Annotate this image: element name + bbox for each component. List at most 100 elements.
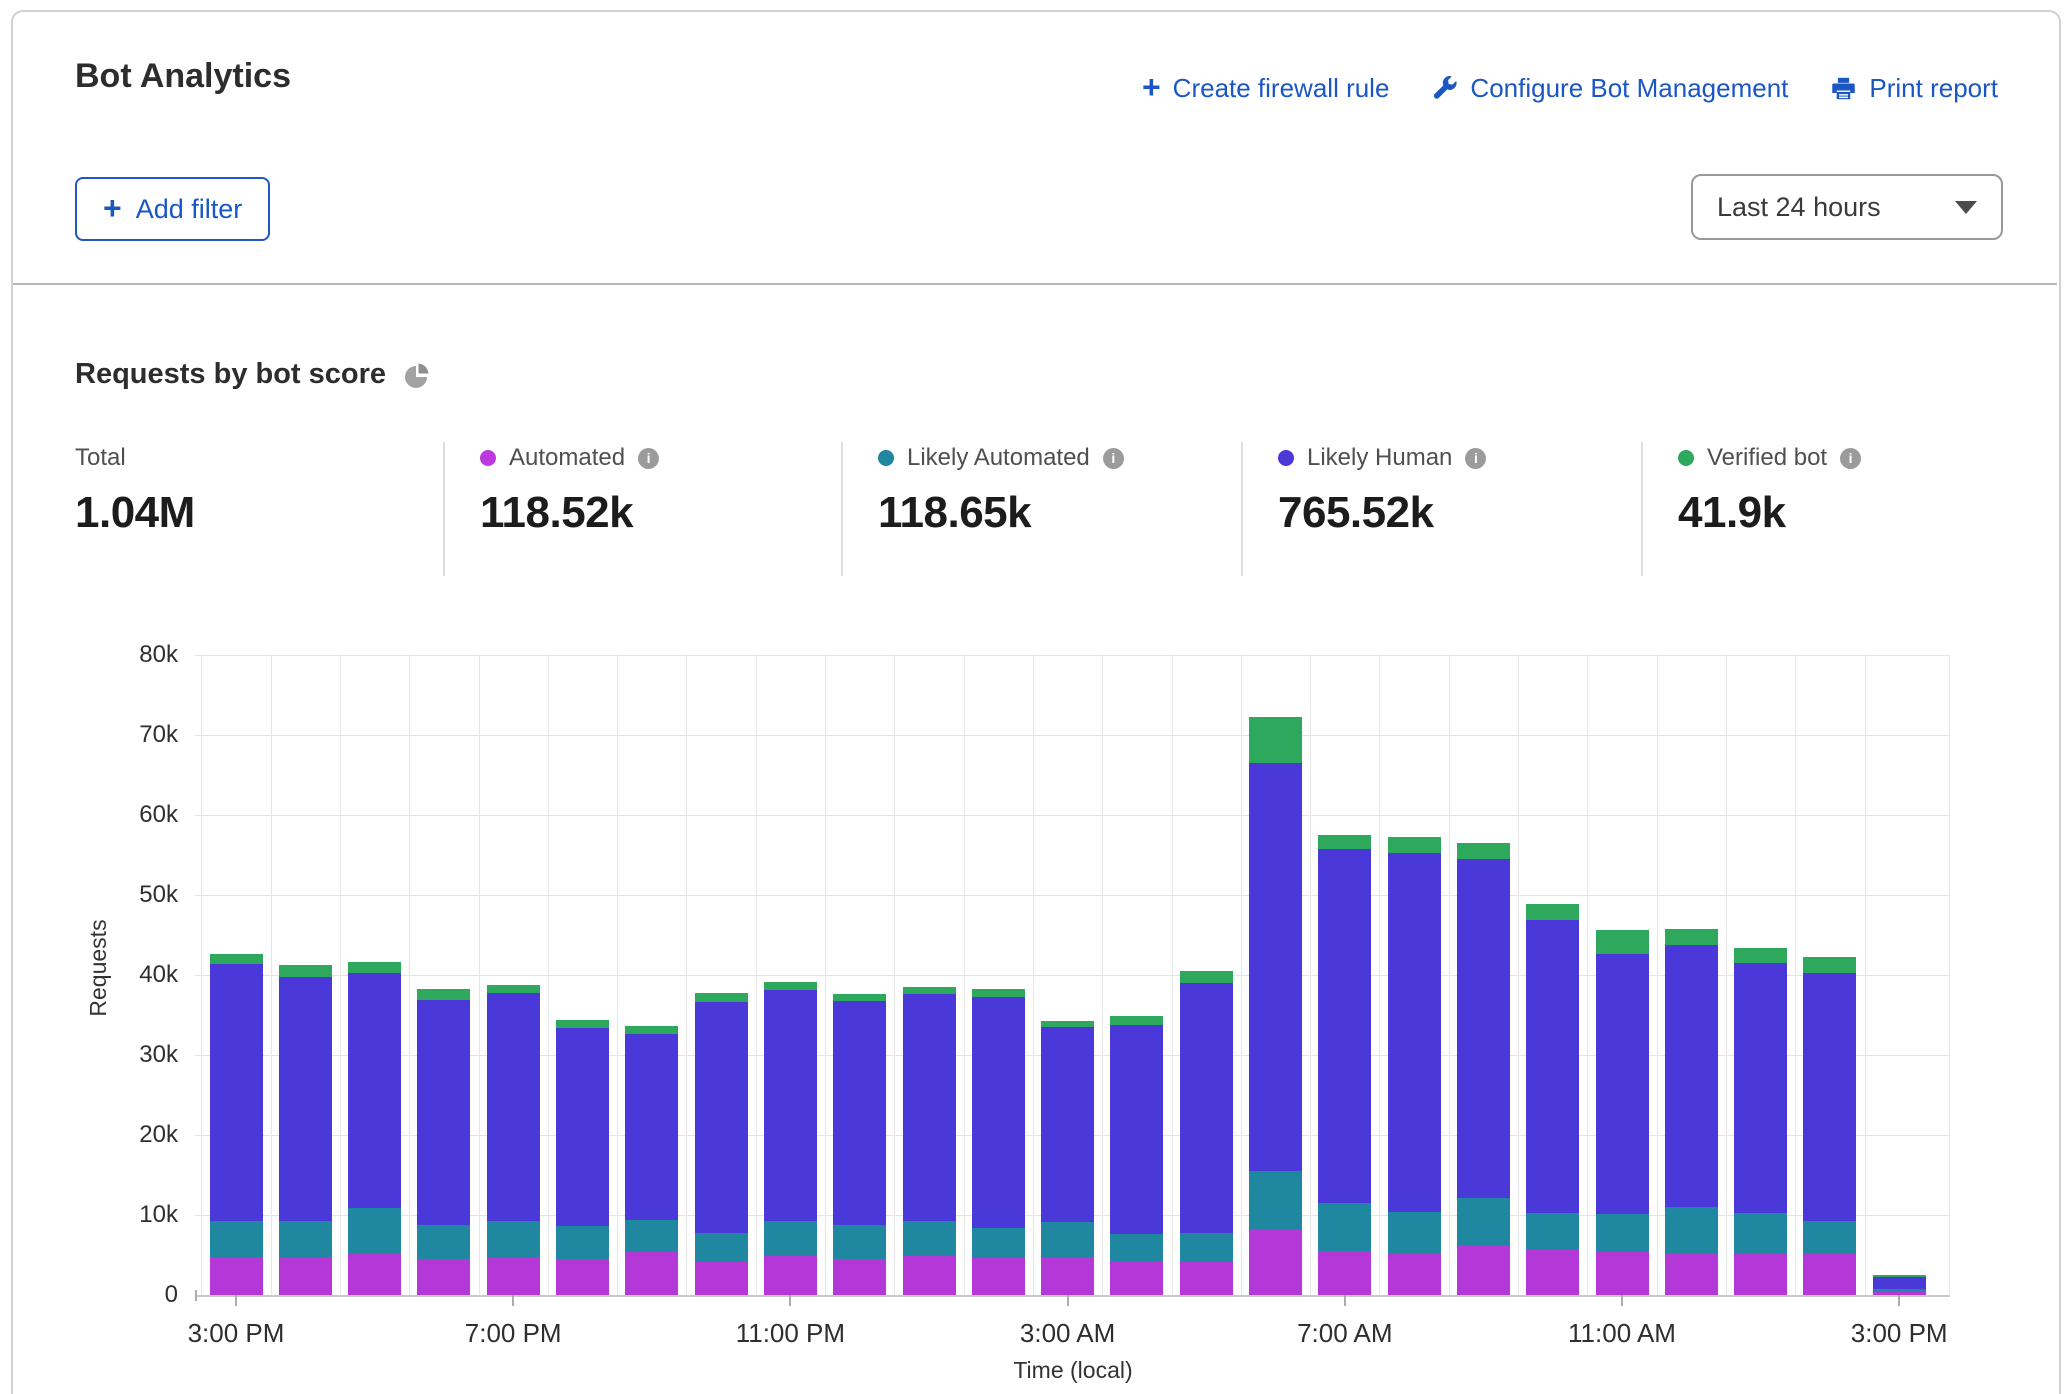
bar-segment[interactable] — [487, 993, 540, 1221]
bar-segment[interactable] — [1180, 1262, 1233, 1295]
bar-segment[interactable] — [279, 1257, 332, 1295]
bar-segment[interactable] — [1318, 849, 1371, 1203]
bar-segment[interactable] — [1041, 1257, 1094, 1295]
bar-segment[interactable] — [1734, 963, 1787, 1213]
bar-segment[interactable] — [1249, 763, 1302, 1171]
print-report-link[interactable]: Print report — [1830, 73, 1998, 104]
bar-segment[interactable] — [1803, 1221, 1856, 1252]
bar-segment[interactable] — [279, 965, 332, 976]
info-icon[interactable]: i — [1840, 448, 1861, 469]
bar-segment[interactable] — [1318, 1251, 1371, 1295]
bar-segment[interactable] — [903, 1221, 956, 1255]
bar-segment[interactable] — [1110, 1234, 1163, 1260]
bar-segment[interactable] — [1388, 853, 1441, 1212]
bar-segment[interactable] — [695, 1002, 748, 1232]
bar-segment[interactable] — [625, 1026, 678, 1034]
bar-segment[interactable] — [210, 1221, 263, 1256]
bar-segment[interactable] — [1803, 957, 1856, 973]
bar-segment[interactable] — [1457, 1198, 1510, 1244]
bar-segment[interactable] — [972, 1228, 1025, 1258]
bar-segment[interactable] — [348, 1208, 401, 1254]
bar-segment[interactable] — [1526, 920, 1579, 1214]
bar-segment[interactable] — [556, 1226, 609, 1259]
bar-segment[interactable] — [487, 985, 540, 993]
bar-segment[interactable] — [625, 1220, 678, 1252]
bar-segment[interactable] — [833, 1001, 886, 1225]
bar-segment[interactable] — [1457, 1245, 1510, 1295]
bar-segment[interactable] — [1457, 859, 1510, 1198]
bar-segment[interactable] — [903, 994, 956, 1221]
bar-segment[interactable] — [833, 1259, 886, 1295]
bar-segment[interactable] — [1180, 983, 1233, 1233]
bar-segment[interactable] — [210, 964, 263, 1222]
bar-segment[interactable] — [764, 982, 817, 990]
bar-segment[interactable] — [833, 1225, 886, 1259]
bar-segment[interactable] — [1041, 1222, 1094, 1256]
bar-segment[interactable] — [903, 987, 956, 994]
bar-segment[interactable] — [764, 990, 817, 1221]
bar-segment[interactable] — [1249, 1171, 1302, 1229]
bar-segment[interactable] — [348, 1253, 401, 1295]
bar-segment[interactable] — [1110, 1025, 1163, 1234]
bar-segment[interactable] — [1388, 1212, 1441, 1253]
info-icon[interactable]: i — [1103, 448, 1124, 469]
info-icon[interactable]: i — [638, 448, 659, 469]
bar-segment[interactable] — [1665, 1207, 1718, 1253]
bar-segment[interactable] — [695, 1262, 748, 1295]
bar-segment[interactable] — [972, 997, 1025, 1228]
bar-segment[interactable] — [1596, 1252, 1649, 1295]
bar-segment[interactable] — [1526, 1213, 1579, 1250]
bar-segment[interactable] — [1734, 1253, 1787, 1295]
configure-bot-management-link[interactable]: Configure Bot Management — [1431, 73, 1788, 104]
bar-segment[interactable] — [417, 1000, 470, 1226]
bar-segment[interactable] — [1041, 1027, 1094, 1222]
bar-segment[interactable] — [348, 962, 401, 973]
bar-segment[interactable] — [1249, 717, 1302, 763]
bar-segment[interactable] — [556, 1259, 609, 1295]
bar-segment[interactable] — [1526, 904, 1579, 920]
bar-segment[interactable] — [1249, 1229, 1302, 1295]
bar-segment[interactable] — [764, 1256, 817, 1295]
bar-segment[interactable] — [1734, 1213, 1787, 1252]
bar-segment[interactable] — [695, 993, 748, 1003]
bar-segment[interactable] — [903, 1256, 956, 1295]
bar-segment[interactable] — [487, 1257, 540, 1295]
bar-segment[interactable] — [1803, 1253, 1856, 1295]
bar-segment[interactable] — [1041, 1021, 1094, 1027]
bar-segment[interactable] — [1873, 1277, 1926, 1290]
bar-segment[interactable] — [1734, 948, 1787, 963]
bar-segment[interactable] — [1110, 1261, 1163, 1295]
bar-segment[interactable] — [1665, 929, 1718, 944]
bar-segment[interactable] — [210, 954, 263, 964]
bar-segment[interactable] — [1180, 1233, 1233, 1262]
bar-segment[interactable] — [417, 989, 470, 999]
bar-segment[interactable] — [487, 1221, 540, 1256]
bar-segment[interactable] — [1596, 954, 1649, 1214]
bar-segment[interactable] — [972, 1258, 1025, 1295]
info-icon[interactable]: i — [1465, 448, 1486, 469]
bar-segment[interactable] — [348, 973, 401, 1207]
bar-segment[interactable] — [1596, 930, 1649, 954]
bar-segment[interactable] — [1873, 1275, 1926, 1277]
bar-segment[interactable] — [417, 1259, 470, 1295]
bar-segment[interactable] — [556, 1028, 609, 1226]
bar-segment[interactable] — [1803, 973, 1856, 1222]
time-range-select[interactable]: Last 24 hours — [1691, 174, 2003, 240]
bar-segment[interactable] — [1457, 843, 1510, 859]
bar-segment[interactable] — [210, 1257, 263, 1295]
bar-segment[interactable] — [833, 994, 886, 1001]
bar-segment[interactable] — [1596, 1214, 1649, 1252]
bar-segment[interactable] — [279, 977, 332, 1222]
bar-segment[interactable] — [556, 1020, 609, 1028]
bar-segment[interactable] — [417, 1225, 470, 1259]
bar-segment[interactable] — [1665, 945, 1718, 1207]
bar-segment[interactable] — [972, 989, 1025, 997]
bar-segment[interactable] — [764, 1221, 817, 1255]
add-filter-button[interactable]: + Add filter — [75, 177, 270, 241]
bar-segment[interactable] — [1665, 1253, 1718, 1295]
bar-segment[interactable] — [1180, 971, 1233, 983]
bar-segment[interactable] — [1873, 1289, 1926, 1291]
bar-segment[interactable] — [695, 1233, 748, 1263]
bar-segment[interactable] — [1388, 837, 1441, 852]
bar-segment[interactable] — [625, 1034, 678, 1220]
